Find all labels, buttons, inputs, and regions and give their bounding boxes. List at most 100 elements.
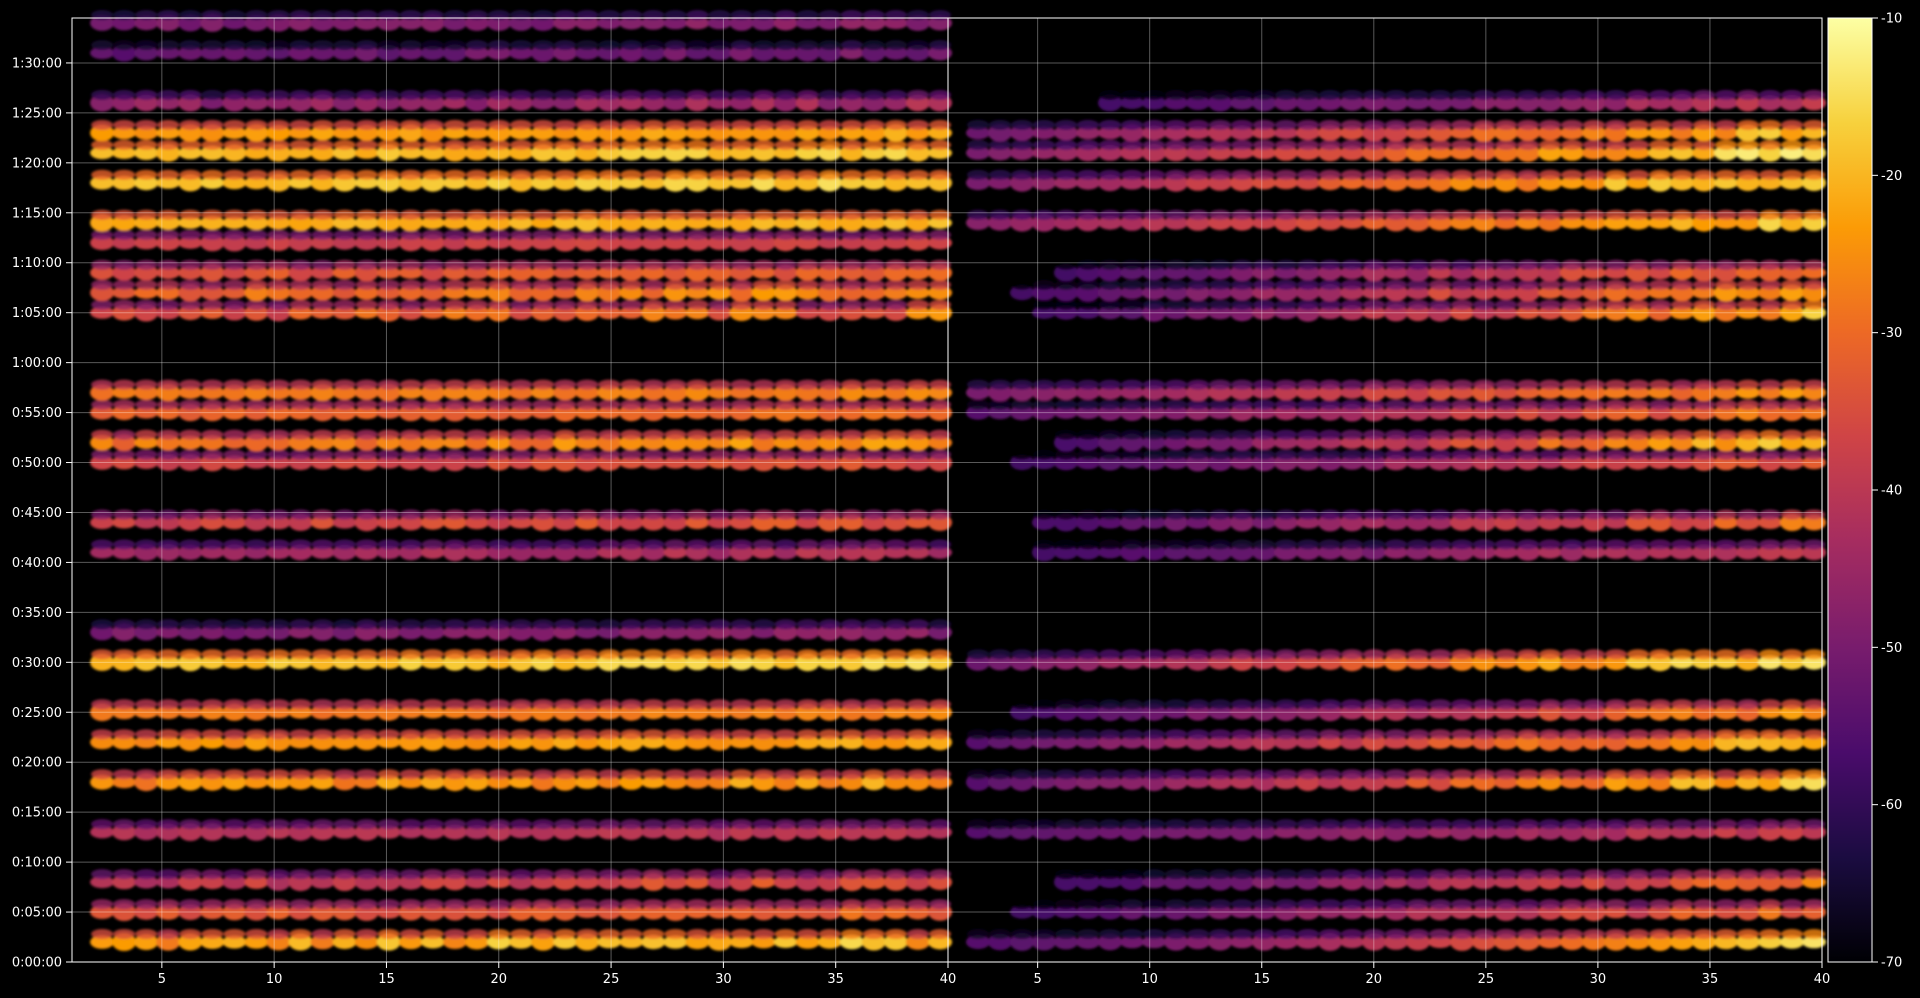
heatmap-cell <box>333 769 356 780</box>
heatmap-cell <box>1319 509 1341 520</box>
heatmap-cell <box>1649 259 1671 270</box>
heatmap-cell <box>1429 509 1451 520</box>
heatmap-cell <box>201 769 224 780</box>
heatmap-cell <box>311 399 334 410</box>
heatmap-cell <box>289 929 312 939</box>
heatmap-cell <box>223 619 246 630</box>
heatmap-cell <box>377 429 400 440</box>
heatmap-cell <box>1561 429 1583 440</box>
heatmap-cell <box>1077 139 1099 150</box>
heatmap-cell <box>796 139 819 150</box>
heatmap-cell <box>1473 539 1495 550</box>
heatmap-cell <box>818 169 841 180</box>
heatmap-cell <box>1429 729 1451 740</box>
heatmap-cell <box>421 449 444 460</box>
heatmap-cell <box>135 699 158 710</box>
colorbar-tick-label: -60 <box>1881 798 1902 813</box>
heatmap-cell <box>818 649 841 660</box>
heatmap-cell <box>1561 259 1583 270</box>
heatmap-cell <box>289 379 312 390</box>
heatmap-cell <box>1737 119 1759 130</box>
heatmap-cell <box>840 899 863 910</box>
heatmap-cell <box>1429 929 1451 939</box>
heatmap-cell <box>774 229 797 240</box>
heatmap-cell <box>1495 89 1517 100</box>
heatmap-cell <box>532 40 555 50</box>
colorbar-tick-label: -70 <box>1881 956 1902 971</box>
heatmap-cell <box>223 299 246 310</box>
heatmap-cell <box>333 259 356 270</box>
heatmap-cell <box>113 379 136 390</box>
heatmap-cell <box>1451 649 1473 660</box>
heatmap-cell <box>267 619 290 630</box>
heatmap-cell <box>1407 139 1429 150</box>
heatmap-cell <box>967 929 989 939</box>
heatmap-cell <box>1561 209 1583 220</box>
heatmap-cell <box>1451 899 1473 910</box>
heatmap-cell <box>201 699 224 710</box>
heatmap-cell <box>179 89 202 100</box>
heatmap-cell <box>1583 379 1605 390</box>
heatmap-cell <box>532 899 555 910</box>
heatmap-cell <box>333 429 356 440</box>
heatmap-cell <box>1737 169 1759 180</box>
heatmap-cell <box>554 619 577 630</box>
heatmap-cell <box>289 619 312 630</box>
heatmap-cell <box>113 509 136 520</box>
heatmap-cell <box>796 229 819 240</box>
heatmap-cell <box>708 729 731 740</box>
heatmap-cell <box>818 699 841 710</box>
heatmap-cell <box>1583 869 1605 880</box>
heatmap-cell <box>1451 769 1473 780</box>
heatmap-cell <box>620 649 643 660</box>
heatmap-cell <box>642 929 665 939</box>
heatmap-cell <box>1209 649 1231 660</box>
heatmap-cell <box>1671 279 1693 290</box>
heatmap-cell <box>1781 429 1803 440</box>
y-tick-label: 0:20:00 <box>12 756 62 771</box>
heatmap-cell <box>1451 89 1473 100</box>
heatmap-cell <box>642 89 665 100</box>
heatmap-cell <box>1033 729 1055 740</box>
heatmap-cell <box>1627 819 1649 830</box>
heatmap-cell <box>1143 429 1165 440</box>
heatmap-cell <box>620 429 643 440</box>
heatmap-cell <box>1055 139 1077 150</box>
heatmap-cell <box>1121 539 1143 550</box>
heatmap-cell <box>1649 899 1671 910</box>
heatmap-cell <box>1341 899 1363 910</box>
y-tick-label: 0:10:00 <box>12 856 62 871</box>
heatmap-cell <box>510 929 532 939</box>
heatmap-cell <box>91 429 114 440</box>
heatmap-cell <box>443 619 466 630</box>
heatmap-cell <box>818 769 841 780</box>
heatmap-cell <box>465 729 488 740</box>
heatmap-cell <box>1121 649 1143 660</box>
heatmap-cell <box>1561 449 1583 460</box>
heatmap-cell <box>686 119 709 130</box>
heatmap-cell <box>1143 279 1165 290</box>
heatmap-cell <box>1561 169 1583 180</box>
heatmap-cell <box>1143 89 1165 100</box>
heatmap-cell <box>1341 139 1363 150</box>
heatmap-cell <box>223 819 246 830</box>
heatmap-cell <box>1121 729 1143 740</box>
heatmap-cell <box>1253 119 1275 130</box>
heatmap-cell <box>1385 539 1407 550</box>
heatmap-cell <box>1319 869 1341 880</box>
heatmap-cell <box>554 119 577 130</box>
heatmap-cell <box>884 89 907 100</box>
heatmap-cell <box>1143 119 1165 130</box>
heatmap-cell <box>774 259 797 270</box>
x-tick-label: 40 <box>1814 972 1831 987</box>
heatmap-cell <box>1385 899 1407 910</box>
heatmap-cell <box>532 699 555 710</box>
heatmap-cell <box>421 279 444 290</box>
heatmap-cell <box>1781 449 1803 460</box>
heatmap-cell <box>1451 139 1473 150</box>
heatmap-cell <box>1473 449 1495 460</box>
heatmap-cell <box>620 699 643 710</box>
heatmap-cell <box>1429 139 1451 150</box>
heatmap-cell <box>157 649 180 660</box>
heatmap-cell <box>135 539 158 550</box>
